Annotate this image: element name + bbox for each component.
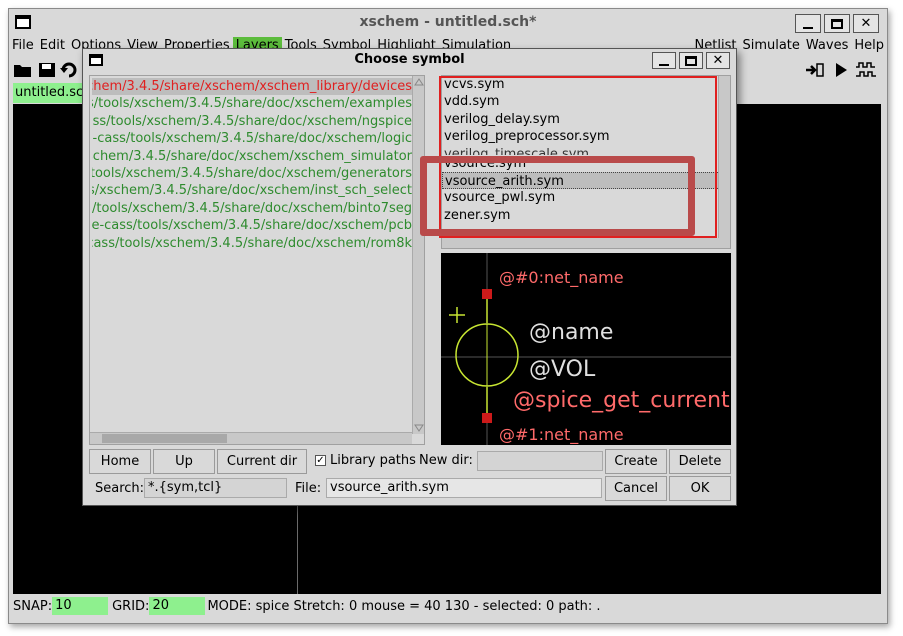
scroll-up-icon[interactable] xyxy=(414,77,424,87)
search-input[interactable]: *.{sym,tcl} xyxy=(144,478,287,498)
directory-item[interactable]: /home/user/e-cass/tools/xschem/3.4.5/sha… xyxy=(92,113,412,130)
menu-help[interactable]: Help xyxy=(851,37,887,56)
grid-value[interactable]: 20 xyxy=(149,597,206,615)
status-text: MODE: spice Stretch: 0 mouse = 40 130 - … xyxy=(207,598,601,614)
directory-item[interactable]: /home/user/e-cass/tools/xschem/3.4.5/sha… xyxy=(92,95,412,112)
up-button[interactable]: Up xyxy=(153,449,215,474)
minimize-icon xyxy=(659,63,669,66)
dialog-title: Choose symbol xyxy=(354,52,465,67)
search-label: Search: xyxy=(95,481,145,496)
reload-icon[interactable] xyxy=(59,61,79,79)
cancel-button[interactable]: Cancel xyxy=(605,476,667,501)
file-input[interactable]: vsource_arith.sym xyxy=(326,478,602,498)
close-button[interactable]: ✕ xyxy=(853,14,879,33)
snap-value[interactable]: 10 xyxy=(52,597,109,615)
pin-bottom xyxy=(482,413,492,423)
menu-simulate[interactable]: Simulate xyxy=(739,37,802,56)
symbol-vertical-scrollbar[interactable] xyxy=(718,76,730,248)
maximize-icon xyxy=(685,55,697,66)
minimize-icon xyxy=(803,26,813,29)
library-paths-checkbox[interactable]: ✓ xyxy=(315,455,326,466)
menu-file[interactable]: File xyxy=(9,37,37,56)
delete-button[interactable]: Delete xyxy=(669,449,731,474)
menu-waves[interactable]: Waves xyxy=(803,37,851,56)
main-titlebar[interactable]: xschem - untitled.sch* ✕ xyxy=(9,9,887,37)
pin1-label: @#1:net_name xyxy=(499,425,624,445)
scrollbar-thumb[interactable] xyxy=(102,434,227,443)
directory-item[interactable]: /home/user/e-cass/tools/xschem/3.4.5/sha… xyxy=(92,165,412,182)
open-folder-icon[interactable] xyxy=(13,61,33,79)
symbol-preview-drawing: @#0:net_name @name @VOL @spice_get_curre… xyxy=(441,253,731,445)
directory-item[interactable]: /home/user/e-cass/tools/xschem/3.4.5/sha… xyxy=(92,200,412,217)
save-icon[interactable] xyxy=(37,61,57,79)
snap-label: SNAP: xyxy=(13,598,53,614)
symbol-horizontal-scrollbar[interactable] xyxy=(442,238,720,248)
grid-label: GRID: xyxy=(112,598,150,614)
directory-vertical-scrollbar[interactable] xyxy=(412,76,424,434)
pin-top xyxy=(482,289,492,299)
dialog-button-row: Home Up Current dir ✓ Library paths New … xyxy=(89,449,732,474)
maximize-button[interactable] xyxy=(824,14,850,33)
new-dir-input[interactable] xyxy=(477,451,603,471)
minimize-button[interactable] xyxy=(795,14,821,33)
origin-cross-icon xyxy=(449,307,465,323)
highlight-box-vsource-group xyxy=(420,156,695,236)
waveform-icon[interactable] xyxy=(855,61,879,79)
home-button[interactable]: Home xyxy=(89,449,151,474)
directory-item[interactable]: /home/user/e-cass/tools/xschem/3.4.5/sha… xyxy=(92,130,412,147)
window-title: xschem - untitled.sch* xyxy=(359,14,537,30)
symbol-preview: @#0:net_name @name @VOL @spice_get_curre… xyxy=(441,253,731,445)
window-controls: ✕ xyxy=(795,14,879,33)
maximize-icon xyxy=(831,18,843,29)
name-label: @name xyxy=(529,320,613,345)
library-paths-label: Library paths xyxy=(330,453,416,468)
pin0-label: @#0:net_name xyxy=(499,268,624,288)
directory-list-panel: /usr/local/share/tools/xschem/3.4.5/shar… xyxy=(89,75,425,445)
scroll-down-icon[interactable] xyxy=(414,423,424,433)
library-paths-toggle[interactable]: ✓ Library paths xyxy=(315,453,416,468)
close-icon: ✕ xyxy=(712,53,724,68)
current-dir-button[interactable]: Current dir xyxy=(217,449,307,474)
directory-item[interactable]: /usr/local/share/tools/xschem/3.4.5/shar… xyxy=(92,78,412,96)
spice-current-label: @spice_get_current xyxy=(513,388,730,413)
directory-item[interactable]: /home/user/e-cass/xschem/3.4.5/share/doc… xyxy=(92,148,412,165)
dialog-titlebar[interactable]: Choose symbol ✕ xyxy=(83,49,736,73)
directory-item[interactable]: /home/user/e-cass/tools/xschem/3.4.5/sha… xyxy=(92,217,412,234)
insert-icon[interactable] xyxy=(805,61,825,79)
status-bar: SNAP: 10 GRID: 20 MODE: spice Stretch: 0… xyxy=(13,595,881,617)
dialog-maximize-button[interactable] xyxy=(679,52,703,69)
ok-button[interactable]: OK xyxy=(669,476,731,501)
dialog-minimize-button[interactable] xyxy=(652,52,676,69)
file-label: File: xyxy=(295,481,322,496)
dialog-window-controls: ✕ xyxy=(652,52,730,69)
create-button[interactable]: Create xyxy=(605,449,667,474)
menu-edit[interactable]: Edit xyxy=(37,37,68,56)
tab-untitled-sch[interactable]: untitled.sch xyxy=(13,83,93,103)
new-dir-label: New dir: xyxy=(419,453,473,468)
directory-item[interactable]: /home/user/e-cass/tools/xschem/3.4.5/sha… xyxy=(92,182,412,199)
play-icon[interactable] xyxy=(831,61,851,79)
close-icon: ✕ xyxy=(860,16,872,31)
dialog-close-button[interactable]: ✕ xyxy=(706,52,730,69)
directory-list[interactable]: /usr/local/share/tools/xschem/3.4.5/shar… xyxy=(92,78,412,434)
directory-item[interactable]: /home/user/e-cass/tools/xschem/3.4.5/sha… xyxy=(92,235,412,252)
vol-label: @VOL xyxy=(529,357,596,382)
directory-horizontal-scrollbar[interactable] xyxy=(90,432,412,444)
